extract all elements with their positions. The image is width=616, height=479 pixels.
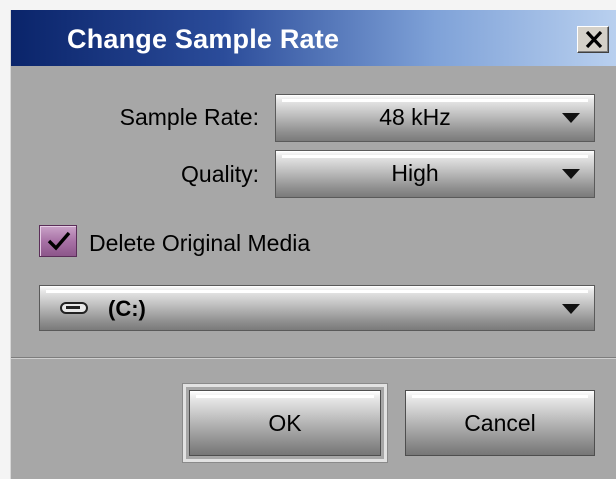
sample-rate-label: Sample Rate: <box>119 104 259 130</box>
chevron-down-icon <box>562 113 580 123</box>
quality-dropdown[interactable]: High <box>275 150 595 198</box>
delete-original-label[interactable]: Delete Original Media <box>89 230 310 257</box>
chevron-down-icon <box>562 304 580 314</box>
sample-rate-value: 48 kHz <box>379 104 451 130</box>
sample-rate-dropdown[interactable]: 48 kHz <box>275 94 595 142</box>
dialog-title: Change Sample Rate <box>67 24 340 54</box>
title-bar: Change Sample Rate <box>11 10 616 66</box>
drive-dropdown[interactable]: (C:) <box>39 285 595 331</box>
cancel-button-label: Cancel <box>464 410 536 436</box>
quality-value: High <box>391 160 439 186</box>
delete-original-checkbox[interactable] <box>39 225 77 257</box>
cancel-button[interactable]: Cancel <box>405 390 595 456</box>
close-icon <box>585 31 603 48</box>
quality-label: Quality: <box>181 161 259 187</box>
close-button[interactable] <box>577 26 609 53</box>
checkmark-icon <box>47 231 71 251</box>
drive-icon <box>60 302 88 314</box>
chevron-down-icon <box>562 169 580 179</box>
separator <box>11 357 616 359</box>
change-sample-rate-dialog: Change Sample Rate Sample Rate: 48 kHz Q… <box>10 10 616 479</box>
ok-button-label: OK <box>268 410 302 436</box>
ok-button[interactable]: OK <box>189 390 381 456</box>
drive-value: (C:) <box>108 296 146 321</box>
